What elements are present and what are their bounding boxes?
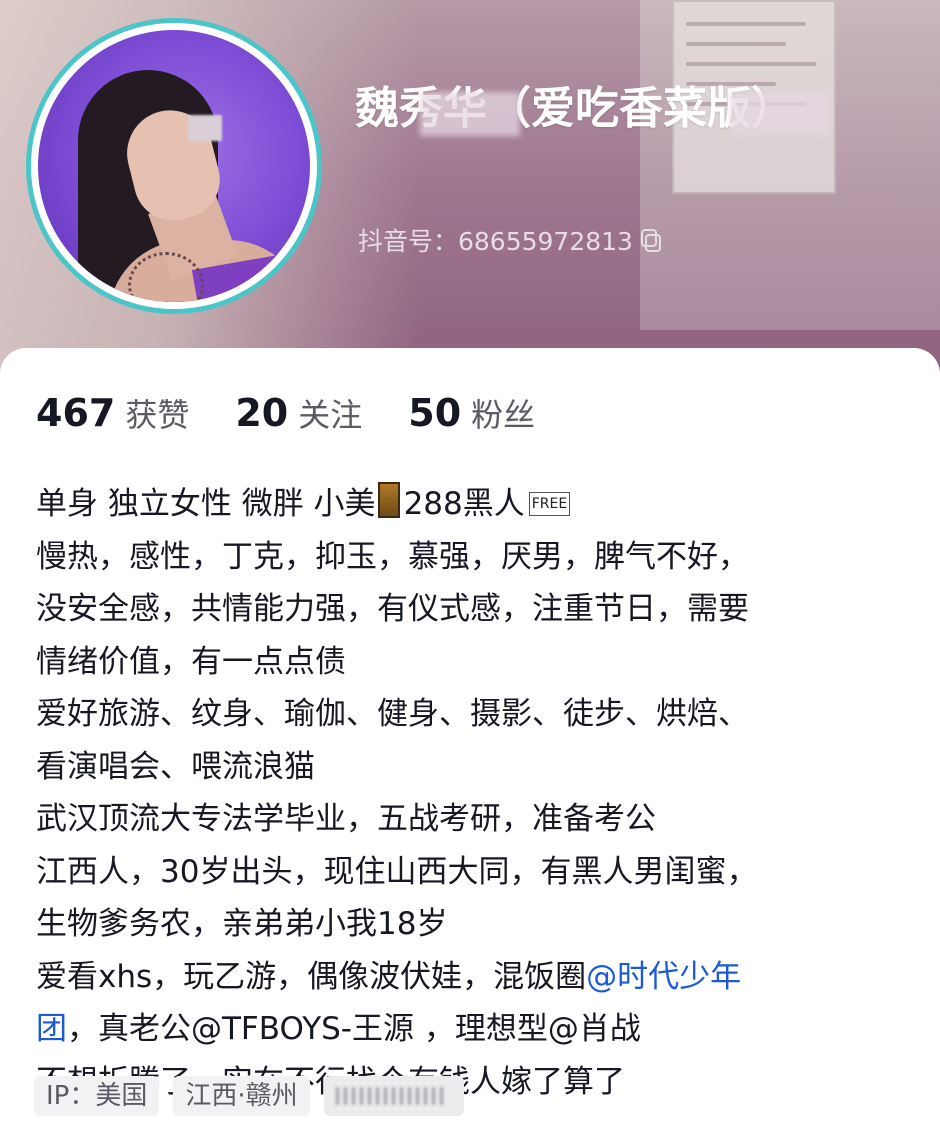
bio-line: 爱看xhs，玩乙游，偶像波伏娃，混饭圈@时代少年 — [36, 951, 916, 1004]
bio-line: 慢热，感性，丁克，抑玉，慕强，厌男，脾气不好， — [36, 538, 749, 575]
blur-mask — [188, 115, 222, 141]
name-blur-mask — [730, 92, 830, 136]
stat-label: 粉丝 — [471, 396, 536, 434]
stat-likes[interactable]: 467 获赞 — [36, 390, 189, 436]
profile-tags: IP：美国 江西·赣州 — [34, 1076, 464, 1116]
bio-line: 江西人，30岁出头，现住山西大同，有黑人男闺蜜， — [36, 853, 758, 890]
hometown-tag: 江西·赣州 — [173, 1076, 310, 1116]
mention-link[interactable]: @时代少年 — [586, 959, 741, 995]
profile-stats: 467 获赞 20 关注 50 粉丝 — [36, 390, 581, 436]
name-blur-mask — [420, 92, 520, 136]
bio-line: 武汉顶流大专法学毕业，五战考研，准备考公 — [36, 801, 656, 837]
free-icon: FREE — [528, 492, 571, 516]
stat-label: 关注 — [298, 396, 363, 434]
bio-line: 没安全感，共情能力强，有仪式感，注重节日，需要 — [36, 591, 749, 627]
mention-link[interactable]: 团 — [36, 1011, 67, 1047]
bio-text: 288黑人 — [403, 486, 525, 522]
ip-location-tag: IP：美国 — [34, 1076, 160, 1116]
bio-line: 爱好旅游、纹身、瑜伽、健身、摄影、徒步、烘焙、 — [36, 696, 749, 732]
stat-followers[interactable]: 50 粉丝 — [408, 390, 535, 436]
bio-text: ，真老公@TFBOYS-王源 ，理想型@肖战 — [67, 1011, 641, 1047]
bio-line: 看演唱会、喂流浪猫 — [36, 748, 315, 785]
blurred-tag — [323, 1076, 464, 1116]
douyin-id-row: 抖音号：68655972813 — [358, 222, 661, 258]
stat-value: 467 — [36, 391, 116, 435]
stat-value: 50 — [408, 391, 462, 435]
copy-icon[interactable] — [639, 229, 661, 252]
stat-following[interactable]: 20 关注 — [235, 390, 362, 436]
stat-value: 20 — [235, 391, 289, 435]
bio-text: 单身 独立女性 微胖 小美 — [36, 486, 376, 522]
avatar[interactable] — [38, 30, 310, 302]
bar-emoji-icon — [377, 482, 400, 518]
bio-line: 生物爹务农，亲弟弟小我18岁 — [36, 906, 448, 942]
stat-label: 获赞 — [125, 396, 190, 434]
bio-line: 情绪价值，有一点点债 — [36, 643, 346, 680]
profile-bio: 单身 独立女性 微胖 小美 288黑人 FREE 慢热，感性，丁克，抑玉，慕强，厌男… — [36, 478, 916, 1108]
bio-text: 爱看xhs，玩乙游，偶像波伏娃，混饭圈 — [36, 958, 587, 995]
douyin-id: 抖音号：68655972813 — [358, 227, 633, 256]
bio-line: 团，真老公@TFBOYS-王源 ，理想型@肖战 — [36, 1003, 916, 1056]
bio-line: 单身 独立女性 微胖 小美 288黑人 FREE — [36, 478, 916, 531]
